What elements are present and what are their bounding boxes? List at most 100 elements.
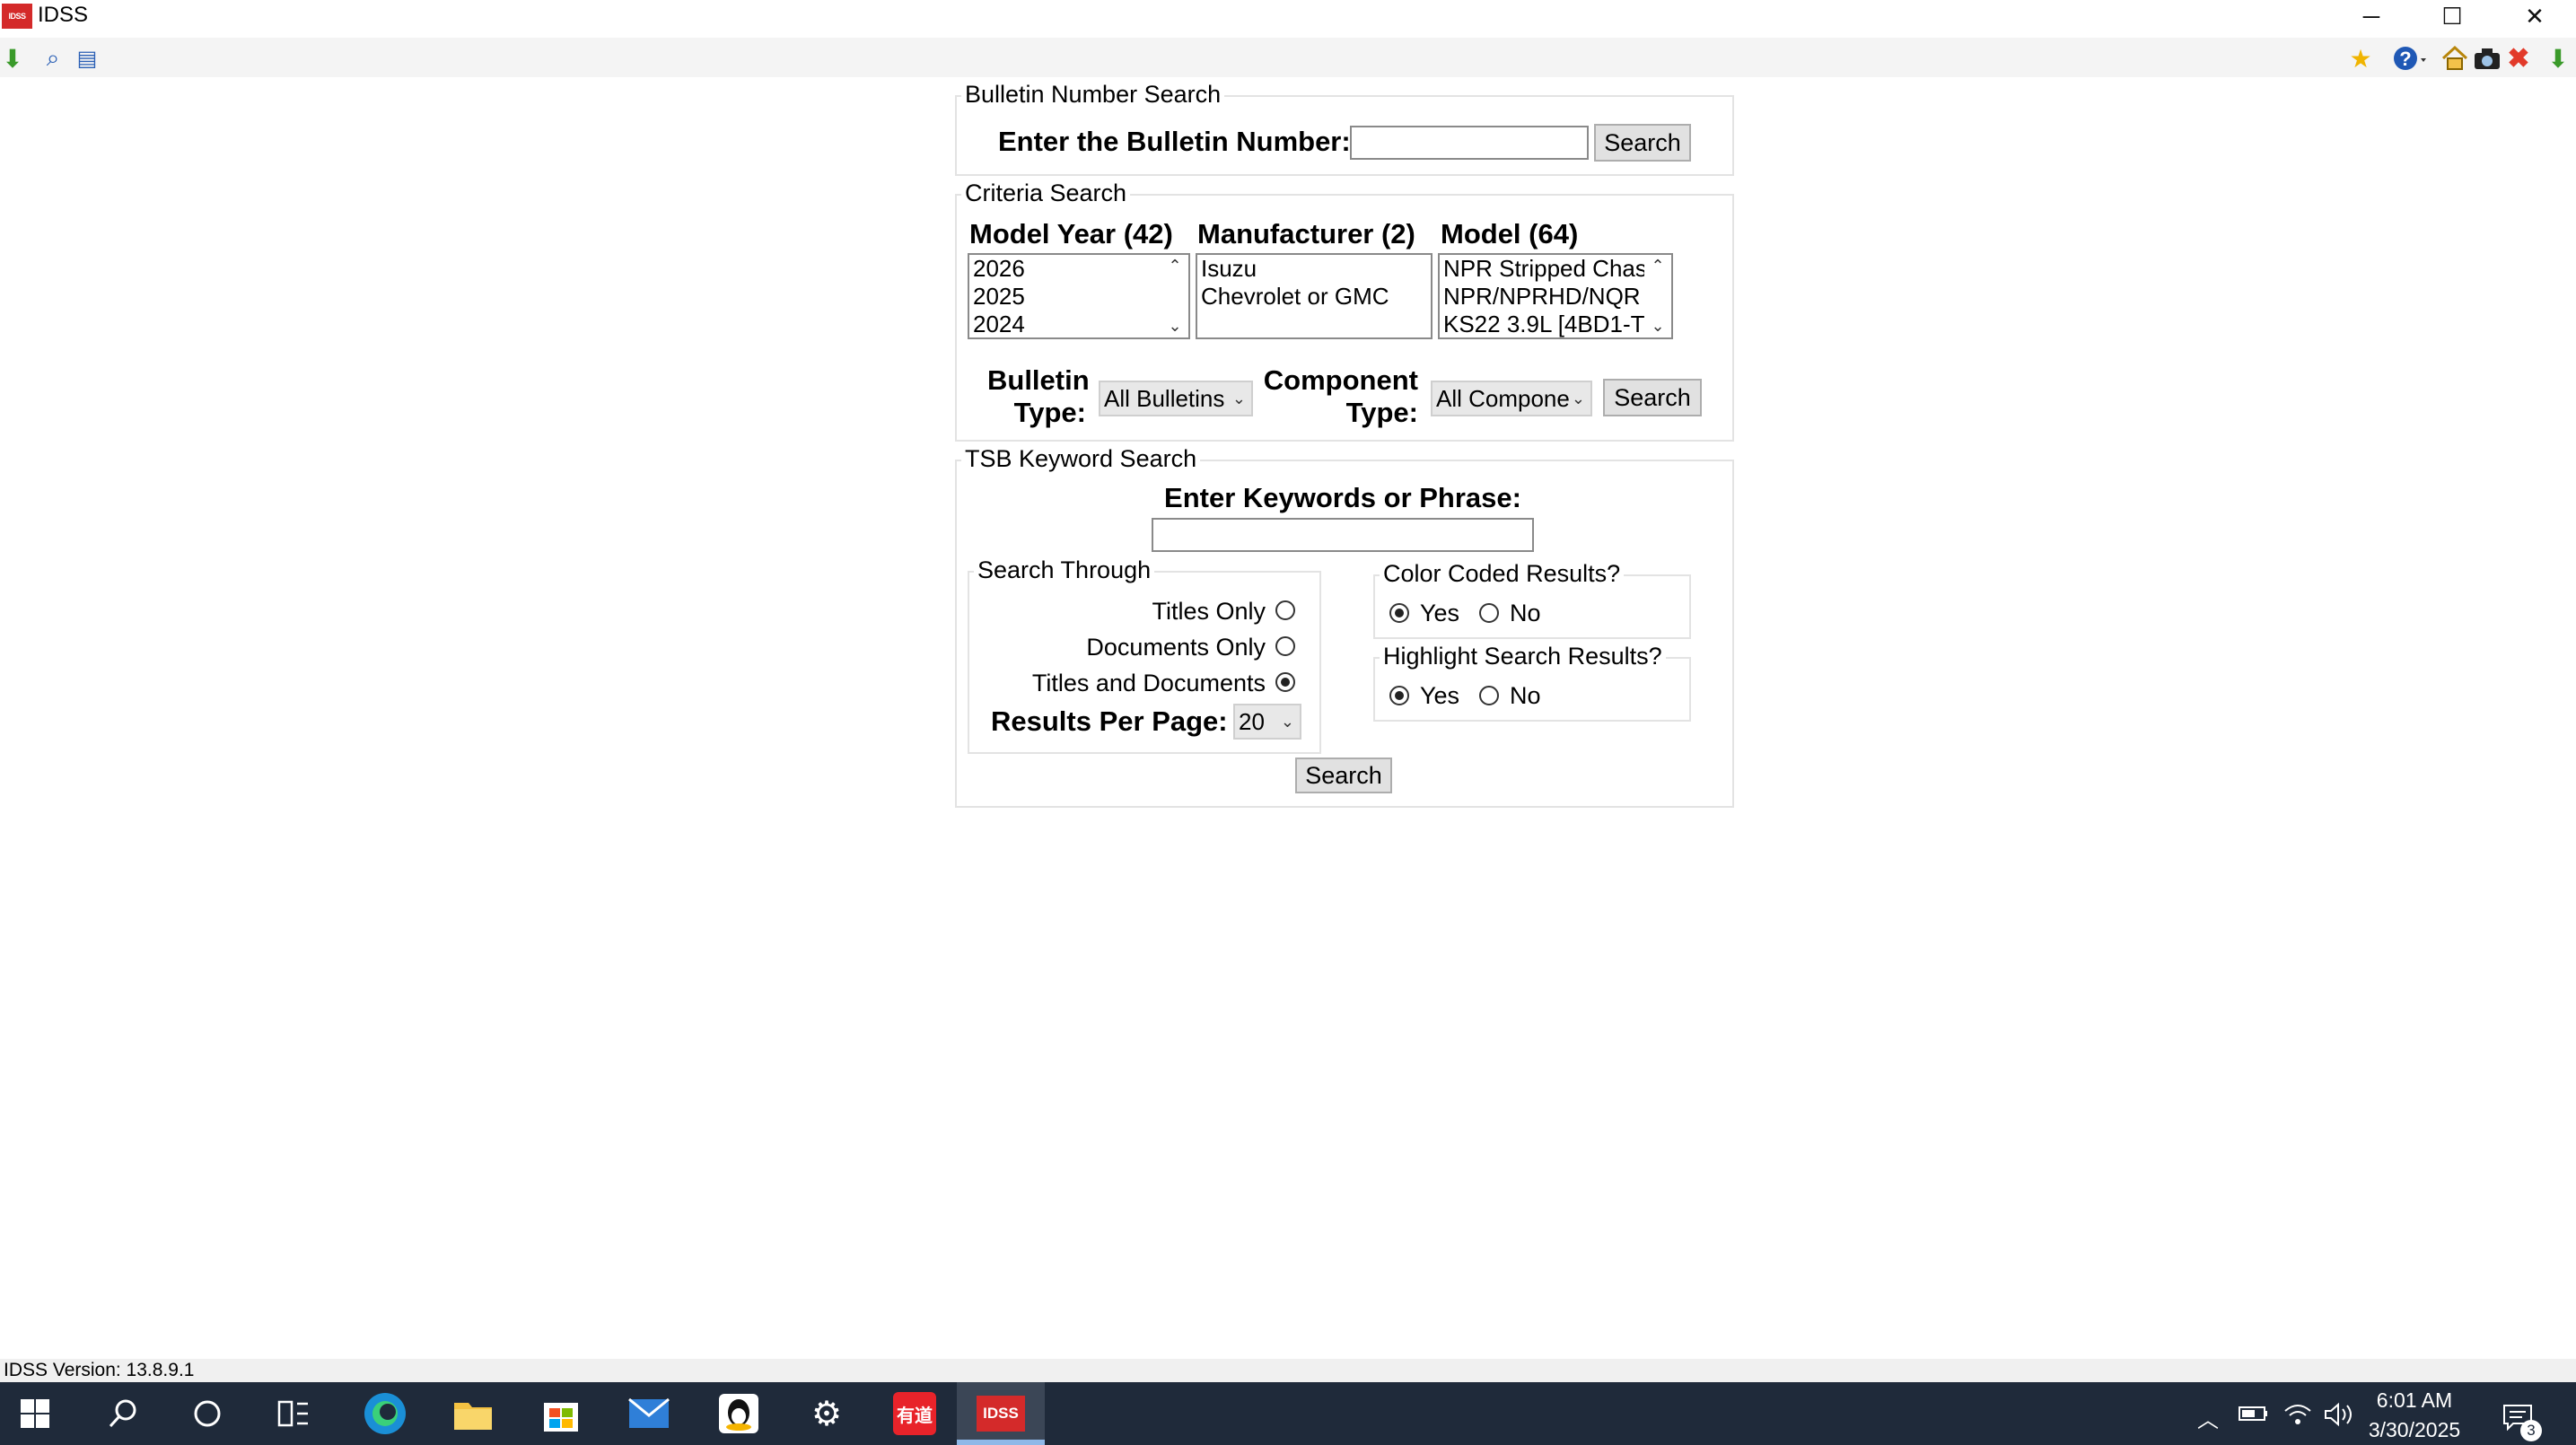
file-explorer-icon[interactable] (447, 1388, 499, 1440)
scrollbar[interactable]: ⌃ ⌄ (1161, 255, 1188, 337)
status-bar: IDSS Version: 13.8.9.1 (0, 1359, 2576, 1382)
list-item[interactable]: KS22 3.9L [4BD1-T (1440, 311, 1671, 337)
titles-only-radio[interactable] (1275, 600, 1295, 620)
list-item[interactable]: NPR/NPRHD/NQR (1440, 283, 1671, 311)
toolbar (0, 38, 2576, 77)
list-item[interactable]: Chevrolet or GMC (1197, 283, 1431, 311)
highlight-no-radio[interactable] (1479, 686, 1499, 705)
list-item[interactable]: 2025 (969, 283, 1188, 311)
chevron-up-icon[interactable]: ⌃ (1161, 257, 1188, 276)
microsoft-store-icon[interactable] (535, 1388, 587, 1440)
keyword-search-button[interactable]: Search (1295, 758, 1392, 793)
home-icon[interactable] (2440, 43, 2470, 74)
mail-icon[interactable] (623, 1388, 675, 1440)
component-type-select[interactable]: All Compone ⌄ (1431, 381, 1592, 416)
cortana-icon[interactable] (181, 1388, 233, 1440)
idss-app-icon[interactable]: IDSS (975, 1388, 1027, 1440)
list-item[interactable]: 2026 (969, 255, 1188, 283)
chevron-down-icon: ⌄ (1231, 390, 1246, 407)
search-icon[interactable]: ⌕ (39, 43, 66, 74)
results-per-page-select[interactable]: 20 ⌄ (1233, 704, 1301, 740)
chevron-up-icon[interactable]: ︿ (2197, 1402, 2219, 1433)
chevron-down-icon[interactable]: ⌄ (1644, 317, 1671, 336)
manufacturer-listbox[interactable]: Isuzu Chevrolet or GMC (1196, 253, 1433, 339)
clock-time[interactable]: 6:01 AM (2370, 1388, 2459, 1413)
criteria-search-button[interactable]: Search (1603, 379, 1702, 416)
youdao-label: 有道 (893, 1392, 936, 1435)
model-label: Model (64) (1441, 218, 1579, 250)
chevron-up-icon[interactable]: ⌃ (1644, 257, 1671, 276)
results-per-page-value: 20 (1239, 708, 1265, 735)
chevron-down-icon: ⌄ (1571, 390, 1585, 407)
print-icon[interactable]: ▤ (74, 43, 101, 74)
window-title: IDSS (38, 3, 89, 27)
bulletin-search-button[interactable]: Search (1594, 124, 1691, 162)
bulletin-number-legend: Bulletin Number Search (961, 81, 1225, 109)
youdao-dictionary-icon[interactable]: 有道 (889, 1388, 941, 1440)
camera-icon[interactable] (2472, 43, 2502, 74)
notification-count-badge: 3 (2520, 1420, 2542, 1441)
color-coded-no-label: No (1510, 600, 1541, 626)
results-per-page-label: Results Per Page: (991, 705, 1228, 737)
bulletin-type-select[interactable]: All Bulletins ⌄ (1099, 381, 1253, 416)
criteria-legend: Criteria Search (961, 180, 1131, 207)
volume-icon[interactable] (2323, 1402, 2355, 1433)
title-bar (0, 0, 2576, 32)
task-view-icon[interactable] (267, 1388, 320, 1440)
edge-browser-icon[interactable] (359, 1388, 411, 1440)
search-icon[interactable] (97, 1388, 149, 1440)
help-icon[interactable]: ? (2391, 43, 2431, 74)
close-button[interactable]: ✕ (2497, 0, 2572, 32)
documents-only-label: Documents Only (1086, 634, 1266, 661)
color-coded-yes-radio[interactable] (1389, 603, 1409, 623)
keyword-legend: TSB Keyword Search (961, 445, 1201, 473)
maximize-button[interactable]: ☐ (2414, 0, 2490, 32)
minimize-button[interactable]: ─ (2334, 0, 2409, 32)
bulletin-type-label-line1: Bulletin (987, 364, 1090, 396)
model-year-label: Model Year (42) (969, 218, 1173, 250)
qq-icon[interactable] (713, 1388, 765, 1440)
app-icon: IDSS (2, 4, 32, 29)
idss-label: IDSS (977, 1396, 1025, 1432)
download-icon[interactable]: ⬇ (2544, 43, 2572, 74)
bulletin-type-label-line2: Type: (1013, 397, 1086, 428)
svg-text:?: ? (2399, 48, 2411, 70)
bulletin-number-label: Enter the Bulletin Number: (998, 126, 1351, 157)
chevron-down-icon[interactable]: ⌄ (1161, 317, 1188, 336)
keyword-input[interactable] (1152, 518, 1534, 552)
color-coded-legend: Color Coded Results? (1380, 560, 1625, 588)
keyword-label: Enter Keywords or Phrase: (1164, 482, 1521, 513)
list-item[interactable]: Isuzu (1197, 255, 1431, 283)
list-item[interactable]: 2024 (969, 311, 1188, 337)
titles-only-label: Titles Only (1152, 598, 1266, 625)
download-icon[interactable]: ⬇ (0, 43, 25, 74)
color-coded-no-radio[interactable] (1479, 603, 1499, 623)
component-type-label-line2: Type: (1345, 397, 1418, 428)
settings-gear-icon[interactable]: ⚙ (801, 1388, 853, 1440)
clock-date[interactable]: 3/30/2025 (2361, 1418, 2468, 1442)
component-type-label-line1: Component (1263, 364, 1418, 396)
search-through-legend: Search Through (974, 556, 1155, 584)
bulletin-type-value: All Bulletins (1104, 385, 1225, 412)
highlight-yes-label: Yes (1420, 682, 1460, 709)
windows-start-icon[interactable] (9, 1388, 61, 1440)
highlight-no-label: No (1510, 682, 1541, 709)
manufacturer-label: Manufacturer (2) (1197, 218, 1415, 250)
documents-only-radio[interactable] (1275, 636, 1295, 656)
favorites-icon[interactable]: ★ (2343, 43, 2379, 74)
titles-and-documents-label: Titles and Documents (1031, 670, 1266, 696)
highlight-legend: Highlight Search Results? (1380, 643, 1666, 670)
model-listbox[interactable]: NPR Stripped Chas NPR/NPRHD/NQR KS22 3.9… (1438, 253, 1673, 339)
scrollbar[interactable]: ⌃ ⌄ (1644, 255, 1671, 337)
battery-icon[interactable] (2239, 1404, 2269, 1430)
model-year-listbox[interactable]: 2026 2025 2024 ⌃ ⌄ (968, 253, 1190, 339)
wifi-icon[interactable] (2283, 1402, 2312, 1433)
component-type-value: All Compone (1436, 385, 1570, 412)
titles-and-documents-radio[interactable] (1275, 672, 1295, 692)
color-coded-yes-label: Yes (1420, 600, 1460, 626)
bulletin-number-input[interactable] (1350, 126, 1589, 160)
highlight-yes-radio[interactable] (1389, 686, 1409, 705)
close-red-icon[interactable]: ✖ (2504, 43, 2533, 74)
list-item[interactable]: NPR Stripped Chas (1440, 255, 1671, 283)
chevron-down-icon: ⌄ (1280, 713, 1294, 731)
